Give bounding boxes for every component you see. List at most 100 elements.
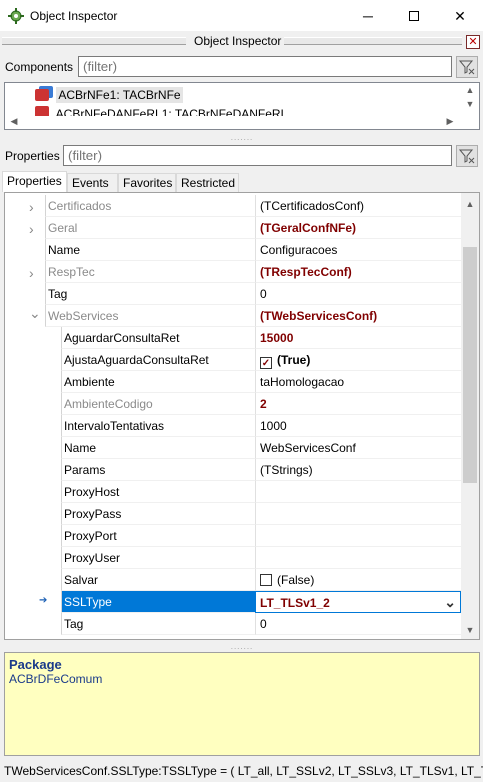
expand-chevron-icon[interactable]: › [29,265,34,281]
property-name[interactable]: ProxyHost [61,481,255,503]
property-row[interactable]: AguardarConsultaRet 15000 [5,327,461,349]
tab-restricted[interactable]: Restricted [176,173,239,192]
component-icon [35,89,49,101]
components-filter-clear-button[interactable] [456,56,478,78]
property-value[interactable]: 0 [255,613,461,635]
property-value[interactable]: (TStrings) [255,459,461,481]
property-name[interactable]: ProxyPass [61,503,255,525]
components-filter-input[interactable] [78,56,452,77]
tab-events[interactable]: Events [67,173,118,192]
tab-favorites[interactable]: Favorites [118,173,176,192]
property-name[interactable]: Tag [61,613,255,635]
property-name[interactable]: Certificados [45,195,255,217]
property-value[interactable] [255,547,461,569]
checkbox-checked-icon[interactable]: ✓ [260,357,272,369]
property-name[interactable]: AmbienteCodigo [61,393,255,415]
tree-scroll-down-icon[interactable]: ▼ [461,97,479,111]
property-value[interactable]: 0 [255,283,461,305]
property-name[interactable]: ProxyUser [61,547,255,569]
properties-filter-input[interactable] [63,145,452,166]
property-row[interactable]: ⌄ WebServices (TWebServicesConf) [5,305,461,327]
dock-grip-left[interactable] [2,37,186,45]
property-name[interactable]: AguardarConsultaRet [61,327,255,349]
properties-filter-clear-button[interactable] [456,145,478,167]
property-value[interactable]: (TCertificadosConf) [255,195,461,217]
property-value[interactable] [255,525,461,547]
property-value[interactable] [255,503,461,525]
property-value[interactable]: 2 [255,393,461,415]
property-value[interactable] [255,481,461,503]
property-value[interactable]: Configuracoes [255,239,461,261]
property-row[interactable]: Ambiente taHomologacao [5,371,461,393]
component-icon [35,106,49,116]
expand-chevron-icon[interactable]: › [29,221,34,237]
property-value[interactable]: ✓ (True) [255,349,461,371]
splitter-bottom[interactable]: ....... [4,643,480,651]
grid-scrollbar[interactable]: ▲ ▼ [461,193,479,639]
property-name[interactable]: RespTec [45,261,255,283]
dock-grip-right[interactable] [284,37,462,45]
tree-item-acbrnfe1[interactable]: ACBrNFe1: TACBrNFe [35,87,183,106]
property-name[interactable]: SSLType [61,591,255,613]
property-value[interactable]: (False) [255,569,461,591]
collapse-chevron-icon[interactable]: ⌄ [29,305,41,322]
dock-header[interactable]: Object Inspector ✕ [2,33,481,51]
property-row[interactable]: Tag 0 [5,283,461,305]
expand-chevron-icon[interactable]: › [29,199,34,215]
property-name[interactable]: Name [61,437,255,459]
splitter-top[interactable]: ....... [4,134,480,142]
dropdown-chevron-icon[interactable]: ⌄ [444,594,456,611]
property-value[interactable]: (TGeralConfNFe) [255,217,461,239]
property-name[interactable]: Geral [45,217,255,239]
property-value[interactable]: LT_TLSv1_2 ⌄ [255,591,461,613]
property-row[interactable]: Name Configuracoes [5,239,461,261]
property-row[interactable]: AmbienteCodigo 2 [5,393,461,415]
property-name[interactable]: IntervaloTentativas [61,415,255,437]
tab-properties[interactable]: Properties [2,171,67,192]
property-grid[interactable]: › Certificados (TCertificadosConf) › Geral (T… [4,192,480,640]
property-row[interactable]: ProxyUser [5,547,461,569]
property-value[interactable]: (TRespTecConf) [255,261,461,283]
property-row[interactable]: Name WebServicesConf [5,437,461,459]
property-row[interactable]: Tag 0 [5,613,461,635]
property-value[interactable]: WebServicesConf [255,437,461,459]
property-name[interactable]: Params [61,459,255,481]
dock-close-icon[interactable]: ✕ [466,35,480,49]
tree-scroll-up-icon[interactable]: ▲ [461,83,479,97]
property-row[interactable]: ProxyPort [5,525,461,547]
property-name[interactable]: WebServices [45,305,255,327]
tree-scroll-right-icon[interactable]: ▶ [441,113,459,129]
property-value[interactable]: taHomologacao [255,371,461,393]
property-value[interactable]: (TWebServicesConf) [255,305,461,327]
property-row[interactable]: AjustaAguardaConsultaRet ✓ (True) [5,349,461,371]
scroll-up-icon[interactable]: ▲ [461,195,479,213]
property-row[interactable]: Params (TStrings) [5,459,461,481]
property-row[interactable]: ➔ SSLType LT_TLSv1_2 ⌄ [5,591,461,613]
property-row[interactable]: › Geral (TGeralConfNFe) [5,217,461,239]
property-name[interactable]: Name [45,239,255,261]
property-name[interactable]: Tag [45,283,255,305]
filter-clear-icon [459,60,475,75]
property-row[interactable]: ProxyPass [5,503,461,525]
property-row[interactable]: IntervaloTentativas 1000 [5,415,461,437]
property-name[interactable]: ProxyPort [61,525,255,547]
scroll-thumb[interactable] [463,247,477,483]
property-name[interactable]: Ambiente [61,371,255,393]
minimize-button[interactable]: ─ [345,0,391,32]
property-value-text: 2 [260,397,267,411]
maximize-button[interactable] [391,0,437,32]
component-tree[interactable]: ACBrNFe1: TACBrNFe ACBrNFeDANFeRL1: TACB… [4,82,480,130]
close-button[interactable]: ✕ [437,0,483,32]
property-value[interactable]: 15000 [255,327,461,349]
tree-scroll-left-icon[interactable]: ◀ [5,113,23,129]
property-value[interactable]: 1000 [255,415,461,437]
property-row[interactable]: ProxyHost [5,481,461,503]
property-row[interactable]: Salvar (False) [5,569,461,591]
property-row[interactable]: › Certificados (TCertificadosConf) [5,195,461,217]
scroll-down-icon[interactable]: ▼ [461,621,479,639]
checkbox-unchecked-icon[interactable] [260,574,272,586]
property-row[interactable]: › RespTec (TRespTecConf) [5,261,461,283]
tree-item-acbrnfedanferl1[interactable]: ACBrNFeDANFeRL1: TACBrNFeDANFeRL [35,106,287,116]
property-name[interactable]: AjustaAguardaConsultaRet [61,349,255,371]
property-name[interactable]: Salvar [61,569,255,591]
